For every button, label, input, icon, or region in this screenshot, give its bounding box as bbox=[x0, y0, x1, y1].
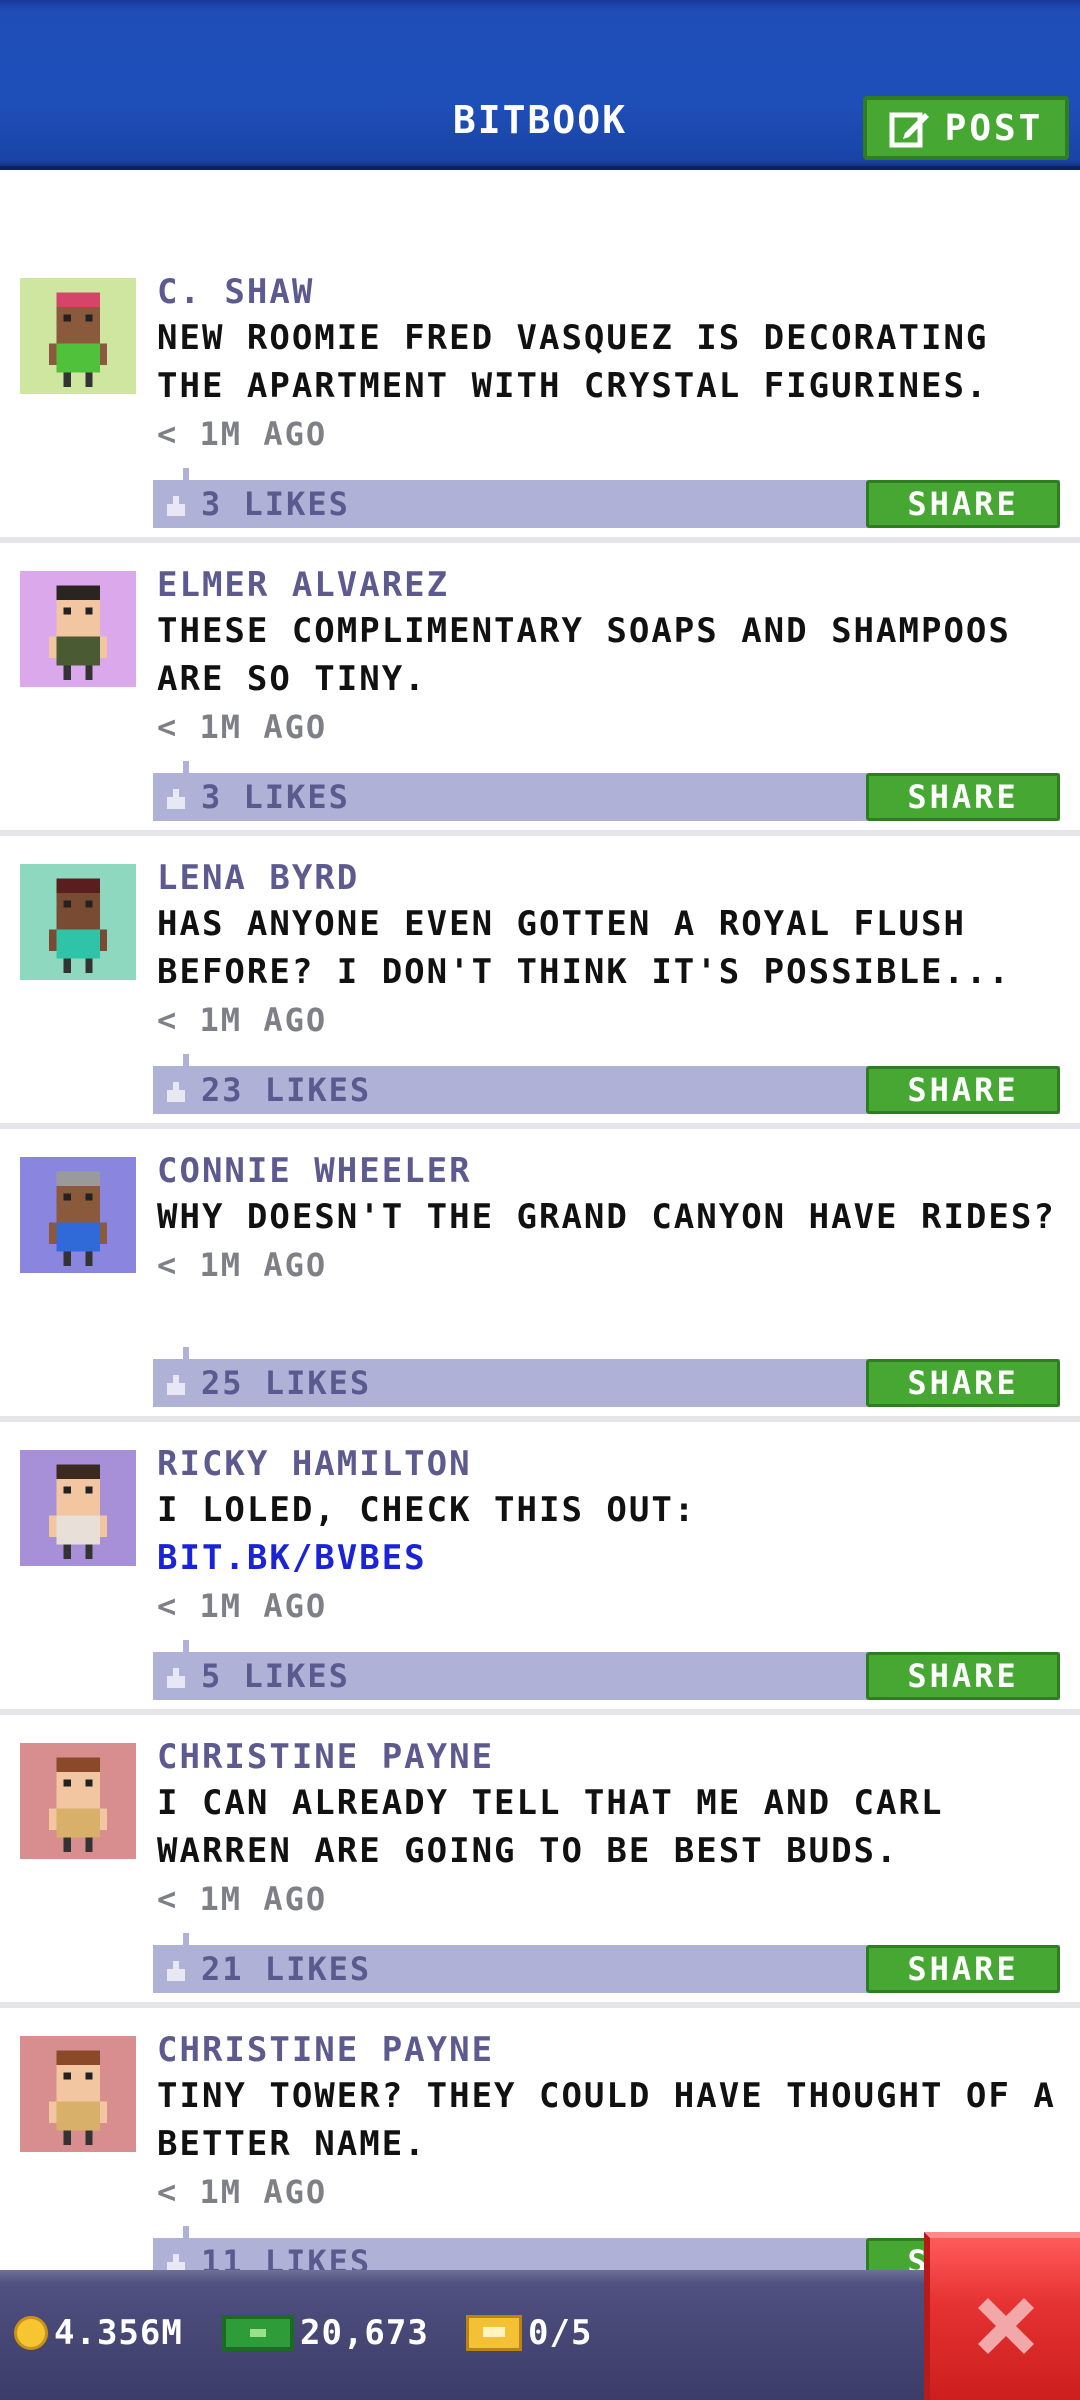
close-button[interactable] bbox=[924, 2232, 1080, 2400]
post-message: TINY TOWER? THEY COULD HAVE THOUGHT OF A… bbox=[157, 2076, 1056, 2164]
post-time: < 1M AGO bbox=[157, 1587, 328, 1625]
post-author[interactable]: RICKY HAMILTON bbox=[157, 1442, 1066, 1486]
share-button[interactable]: SHARE bbox=[866, 1945, 1060, 1993]
tickets-value: 0/5 bbox=[528, 2313, 593, 2353]
post-time: < 1M AGO bbox=[157, 708, 328, 746]
status-bar: 4.356M 20,673 0/5 bbox=[0, 2270, 1080, 2400]
post-author[interactable]: C. SHAW bbox=[157, 270, 1066, 314]
share-button[interactable]: SHARE bbox=[866, 1066, 1060, 1114]
likes-count: 21 LIKES bbox=[201, 1950, 372, 1988]
post-message: WHY DOESN'T THE GRAND CANYON HAVE RIDES? bbox=[157, 1197, 1056, 1237]
bitbook-feed[interactable]: C. SHAW NEW ROOMIE FRED VASQUEZ IS DECOR… bbox=[0, 250, 1080, 2270]
post-button[interactable]: POST bbox=[863, 96, 1069, 160]
feed-post: CHRISTINE PAYNE TINY TOWER? THEY COULD H… bbox=[0, 2008, 1080, 2270]
post-link[interactable]: BIT.BK/BVBES bbox=[157, 1534, 1066, 1582]
likes-count: 5 LIKES bbox=[201, 1657, 350, 1695]
post-author[interactable]: CHRISTINE PAYNE bbox=[157, 1735, 1066, 1779]
thumb-icon bbox=[167, 1668, 185, 1688]
post-author[interactable]: CONNIE WHEELER bbox=[157, 1149, 1066, 1193]
likes-count: 23 LIKES bbox=[201, 1071, 372, 1109]
thumb-icon bbox=[167, 1082, 185, 1102]
thumb-icon bbox=[167, 2254, 185, 2270]
feed-post: CHRISTINE PAYNE I CAN ALREADY TELL THAT … bbox=[0, 1715, 1080, 2008]
ticket-icon bbox=[466, 2315, 522, 2351]
feed-post: ELMER ALVAREZ THESE COMPLIMENTARY SOAPS … bbox=[0, 543, 1080, 836]
post-message: THESE COMPLIMENTARY SOAPS AND SHAMPOOS A… bbox=[157, 611, 1011, 699]
avatar[interactable] bbox=[20, 2036, 136, 2152]
avatar[interactable] bbox=[20, 571, 136, 687]
post-time: < 1M AGO bbox=[157, 415, 328, 453]
feed-post: RICKY HAMILTON I LOLED, CHECK THIS OUT: … bbox=[0, 1422, 1080, 1715]
avatar[interactable] bbox=[20, 1157, 136, 1273]
post-content: ELMER ALVAREZ THESE COMPLIMENTARY SOAPS … bbox=[157, 563, 1066, 751]
close-icon bbox=[978, 2298, 1034, 2354]
tickets-stat: 0/5 bbox=[466, 2308, 592, 2358]
post-message: I CAN ALREADY TELL THAT ME AND CARL WARR… bbox=[157, 1783, 944, 1871]
post-message: NEW ROOMIE FRED VASQUEZ IS DECORATING TH… bbox=[157, 318, 989, 406]
feed-post: CONNIE WHEELER WHY DOESN'T THE GRAND CAN… bbox=[0, 1129, 1080, 1422]
share-button[interactable]: SHARE bbox=[866, 1652, 1060, 1700]
bux-stat: 20,673 bbox=[222, 2308, 429, 2358]
post-time: < 1M AGO bbox=[157, 1246, 328, 1284]
coin-icon bbox=[14, 2316, 48, 2350]
avatar[interactable] bbox=[20, 1743, 136, 1859]
edit-icon bbox=[889, 112, 929, 148]
post-content: C. SHAW NEW ROOMIE FRED VASQUEZ IS DECOR… bbox=[157, 270, 1066, 458]
bux-icon bbox=[222, 2315, 294, 2351]
likes-count: 25 LIKES bbox=[201, 1364, 372, 1402]
share-button[interactable]: SHARE bbox=[866, 1359, 1060, 1407]
thumb-icon bbox=[167, 1375, 185, 1395]
post-author[interactable]: ELMER ALVAREZ bbox=[157, 563, 1066, 607]
post-content: CHRISTINE PAYNE TINY TOWER? THEY COULD H… bbox=[157, 2028, 1066, 2216]
header-bar: BITBOOK POST bbox=[0, 0, 1080, 170]
post-time: < 1M AGO bbox=[157, 1880, 328, 1918]
post-author[interactable]: LENA BYRD bbox=[157, 856, 1066, 900]
likes-count: 11 LIKES bbox=[201, 2243, 372, 2270]
thumb-icon bbox=[167, 789, 185, 809]
post-content: CHRISTINE PAYNE I CAN ALREADY TELL THAT … bbox=[157, 1735, 1066, 1923]
feed-post: LENA BYRD HAS ANYONE EVEN GOTTEN A ROYAL… bbox=[0, 836, 1080, 1129]
thumb-icon bbox=[167, 496, 185, 516]
share-button[interactable]: SHARE bbox=[866, 480, 1060, 528]
post-button-label: POST bbox=[944, 107, 1044, 149]
avatar[interactable] bbox=[20, 864, 136, 980]
post-content: RICKY HAMILTON I LOLED, CHECK THIS OUT: … bbox=[157, 1442, 1066, 1630]
feed-post: C. SHAW NEW ROOMIE FRED VASQUEZ IS DECOR… bbox=[0, 250, 1080, 543]
post-content: LENA BYRD HAS ANYONE EVEN GOTTEN A ROYAL… bbox=[157, 856, 1066, 1044]
share-button[interactable]: SHARE bbox=[866, 773, 1060, 821]
avatar[interactable] bbox=[20, 1450, 136, 1566]
coins-value: 4.356M bbox=[54, 2313, 183, 2353]
likes-count: 3 LIKES bbox=[201, 485, 350, 523]
post-message: I LOLED, CHECK THIS OUT: bbox=[157, 1490, 697, 1530]
likes-count: 3 LIKES bbox=[201, 778, 350, 816]
post-author[interactable]: CHRISTINE PAYNE bbox=[157, 2028, 1066, 2072]
thumb-icon bbox=[167, 1961, 185, 1981]
post-time: < 1M AGO bbox=[157, 2173, 328, 2211]
bux-value: 20,673 bbox=[300, 2313, 429, 2353]
post-content: CONNIE WHEELER WHY DOESN'T THE GRAND CAN… bbox=[157, 1149, 1066, 1289]
post-time: < 1M AGO bbox=[157, 1001, 328, 1039]
coins-stat: 4.356M bbox=[14, 2308, 183, 2358]
post-message: HAS ANYONE EVEN GOTTEN A ROYAL FLUSH BEF… bbox=[157, 904, 1011, 992]
avatar[interactable] bbox=[20, 278, 136, 394]
